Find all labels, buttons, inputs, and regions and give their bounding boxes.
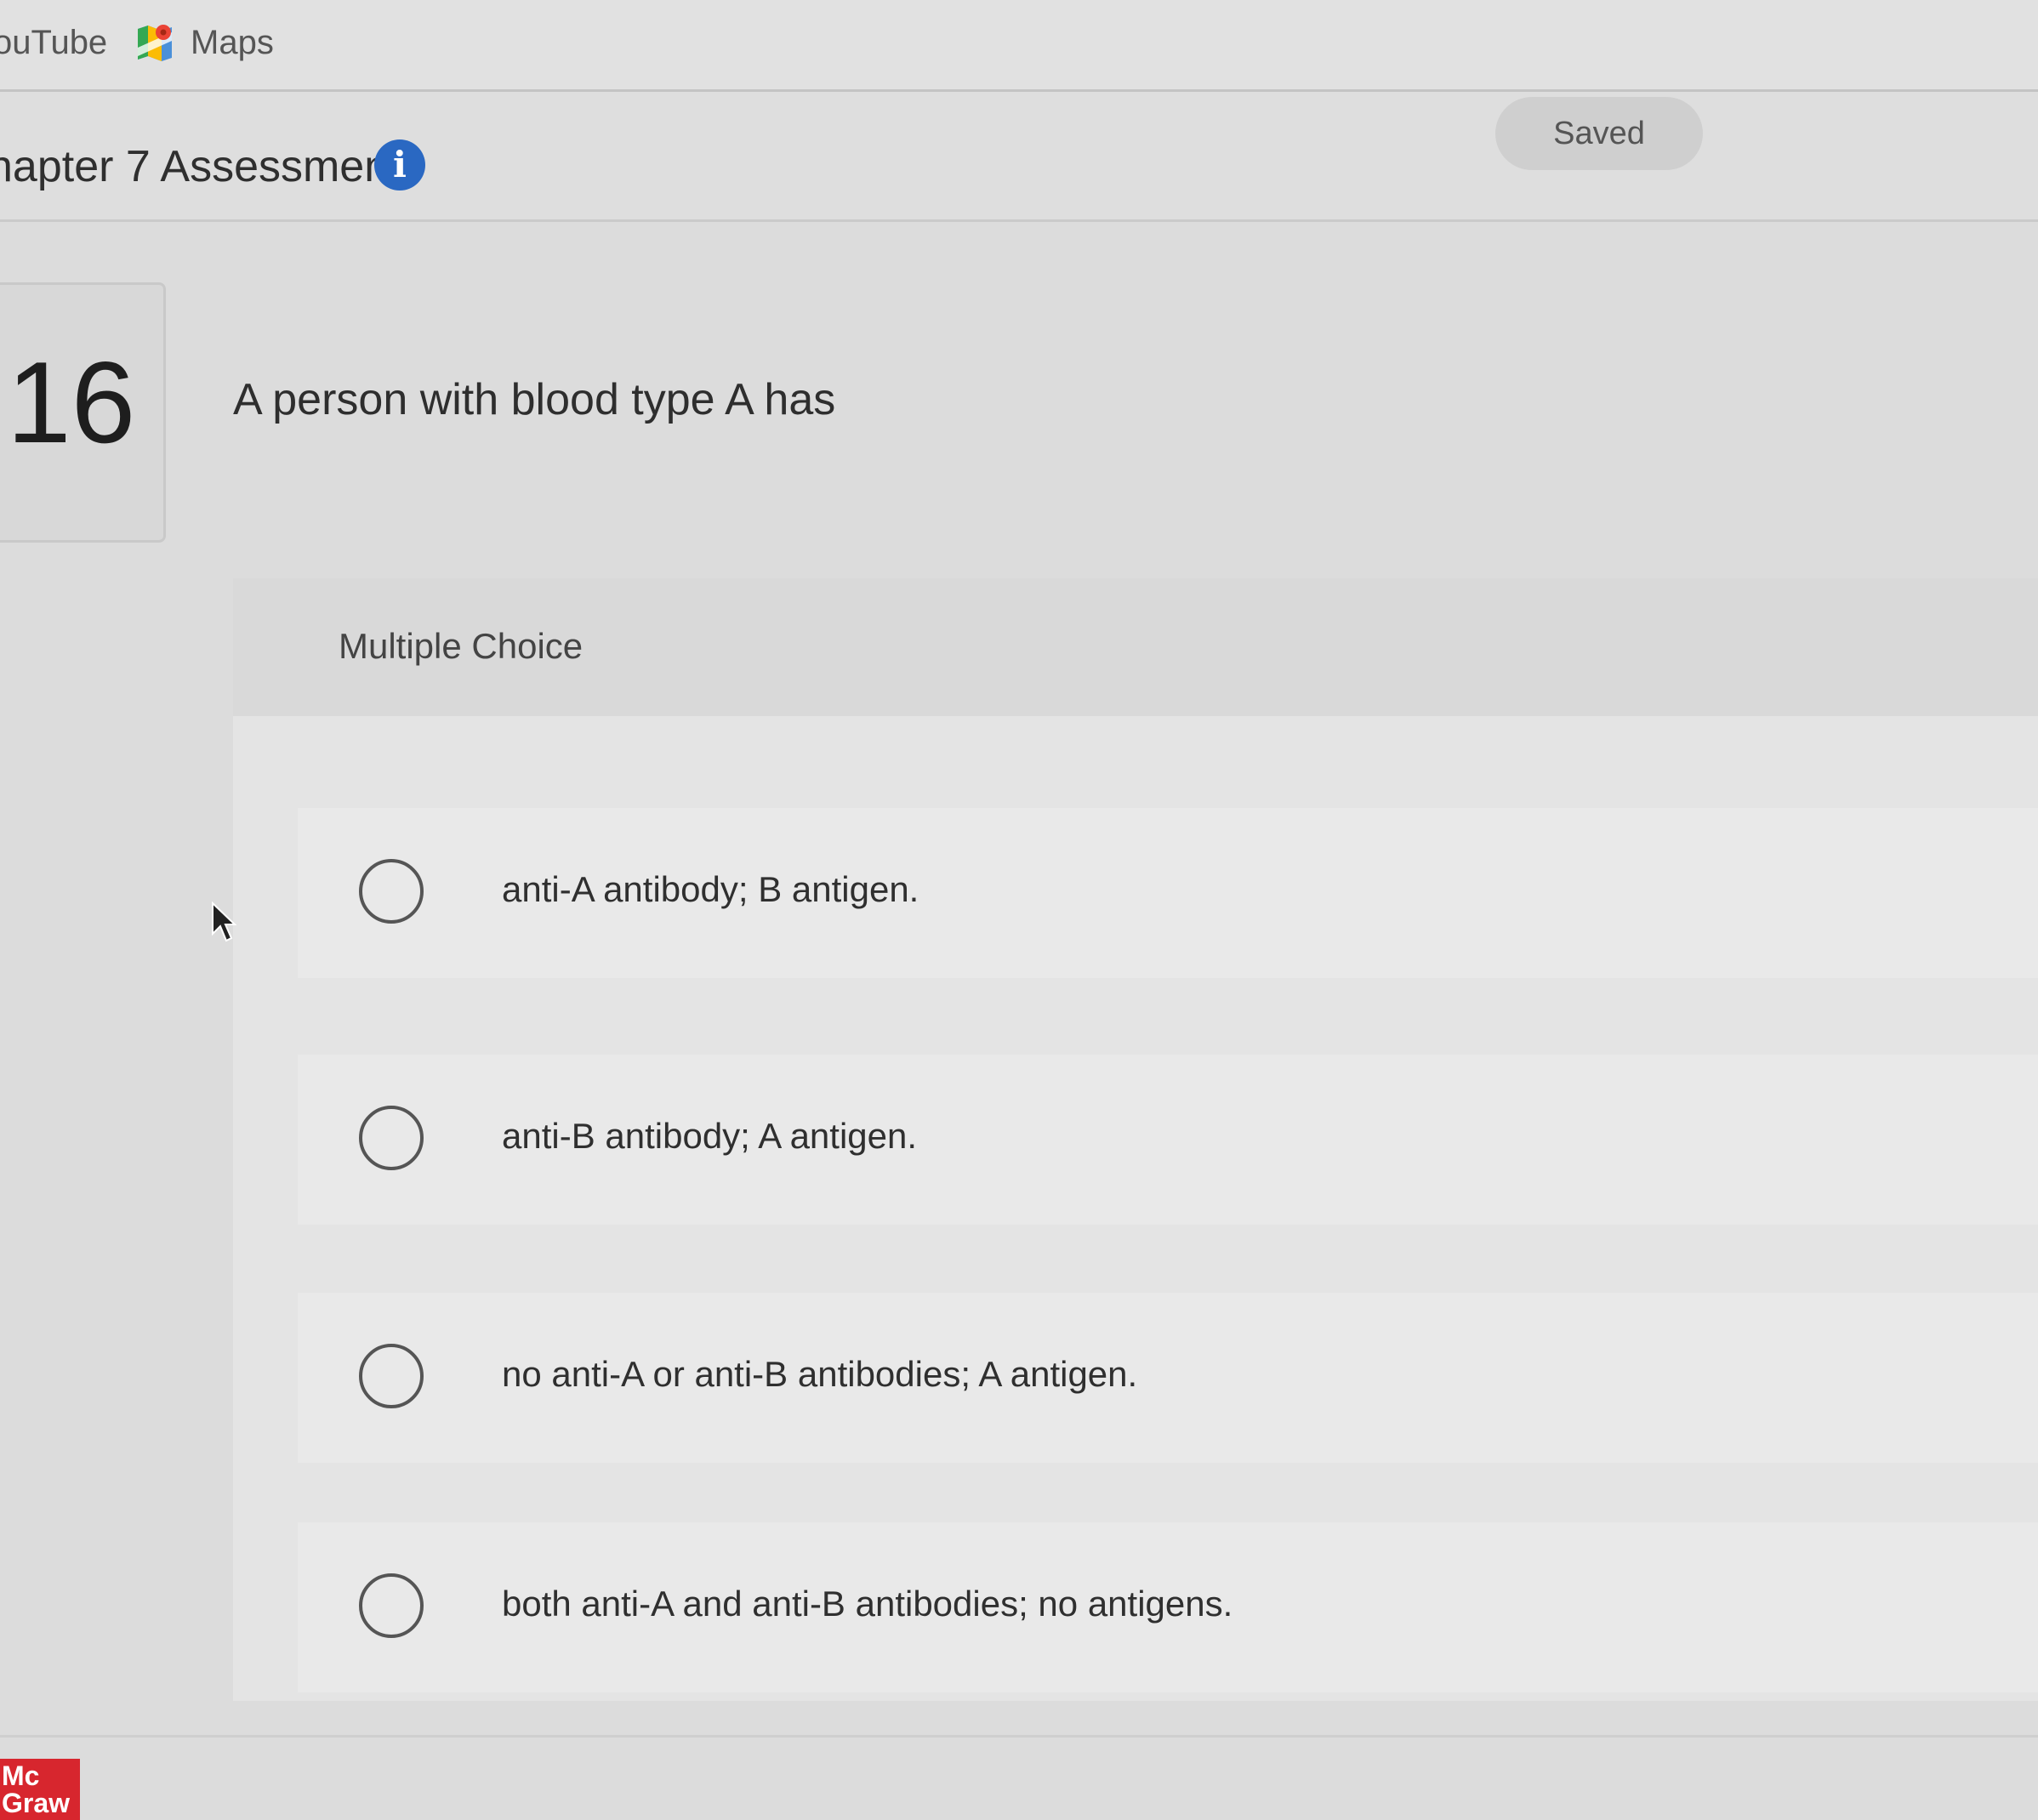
- answer-option-label: no anti-A or anti-B antibodies; A antige…: [502, 1354, 1138, 1394]
- mcgraw-hill-logo: Mc Graw: [0, 1759, 80, 1820]
- answer-option-3[interactable]: no anti-A or anti-B antibodies; A antige…: [298, 1293, 2038, 1463]
- question-type-header: Multiple Choice: [233, 578, 2038, 716]
- assessment-header: hapter 7 Assessment i Saved: [0, 92, 2038, 222]
- radio-button[interactable]: [359, 1573, 424, 1638]
- question-number-panel: 16: [0, 282, 166, 543]
- answer-option-2[interactable]: anti-B antibody; A antigen.: [298, 1055, 2038, 1225]
- saved-status-badge: Saved: [1495, 97, 1703, 170]
- radio-button[interactable]: [359, 859, 424, 924]
- logo-line-1: Mc: [2, 1760, 40, 1791]
- bookmark-maps-label: Maps: [191, 23, 274, 61]
- answer-option-label: both anti-A and anti-B antibodies; no an…: [502, 1584, 1233, 1624]
- radio-button[interactable]: [359, 1106, 424, 1170]
- footer-divider: [0, 1735, 2038, 1738]
- answer-option-label: anti-B antibody; A antigen.: [502, 1116, 918, 1156]
- mouse-cursor-icon: [212, 901, 236, 942]
- question-number: 16: [7, 338, 136, 467]
- info-icon[interactable]: i: [374, 139, 425, 191]
- answer-option-label: anti-A antibody; B antigen.: [502, 869, 919, 909]
- logo-line-2: Graw: [2, 1788, 71, 1818]
- page-title: hapter 7 Assessment: [0, 142, 401, 191]
- bookmark-youtube[interactable]: ouTube: [0, 24, 107, 62]
- multiple-choice-panel: Multiple Choice anti-A antibody; B antig…: [233, 578, 2038, 1701]
- answer-option-1[interactable]: anti-A antibody; B antigen.: [298, 808, 2038, 978]
- radio-button[interactable]: [359, 1344, 424, 1408]
- answer-option-4[interactable]: both anti-A and anti-B antibodies; no an…: [298, 1522, 2038, 1692]
- question-text: A person with blood type A has: [233, 375, 836, 424]
- bookmark-maps[interactable]: Maps: [136, 22, 274, 63]
- bookmarks-bar: ouTube Maps: [0, 0, 2038, 92]
- maps-icon: [138, 25, 172, 61]
- question-type-label: Multiple Choice: [339, 626, 584, 666]
